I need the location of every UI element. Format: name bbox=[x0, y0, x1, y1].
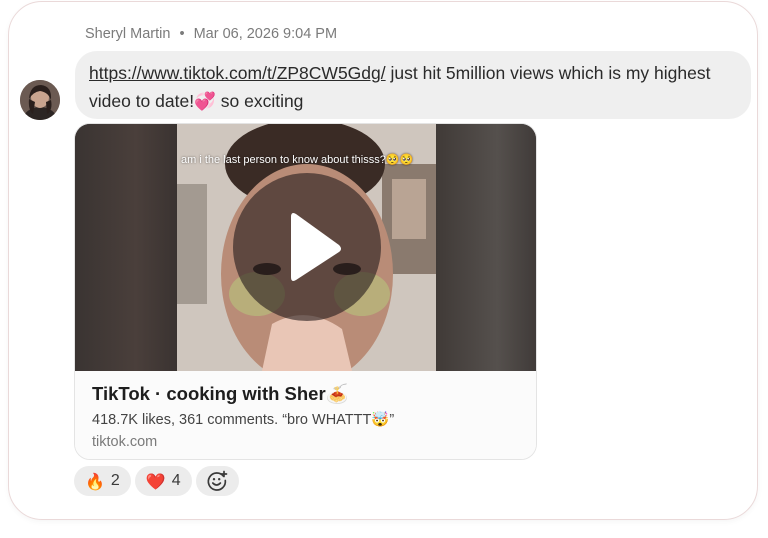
fire-icon: 🔥 bbox=[85, 471, 105, 491]
preview-description: 418.7K likes, 361 comments. “bro WHATTT🤯… bbox=[92, 412, 395, 428]
play-button[interactable] bbox=[233, 173, 381, 321]
message-text-2: so exciting bbox=[215, 91, 304, 111]
heart-icon: ❤️ bbox=[145, 471, 166, 491]
add-reaction-button[interactable] bbox=[195, 466, 239, 496]
author-name[interactable]: Sheryl Martin bbox=[85, 26, 170, 42]
reaction-heart[interactable]: ❤️ 4 bbox=[134, 466, 192, 496]
preview-title[interactable]: TikTok · cooking with Sher🍝 bbox=[92, 383, 349, 405]
thumbnail-blur-right bbox=[436, 124, 536, 371]
message-timestamp: Mar 06, 2026 9:04 PM bbox=[193, 26, 338, 42]
smiley-plus-icon bbox=[207, 470, 228, 491]
reaction-count: 2 bbox=[110, 472, 120, 489]
avatar-image bbox=[20, 80, 60, 120]
meta-separator: • bbox=[179, 26, 185, 42]
preview-info: TikTok · cooking with Sher🍝 418.7K likes… bbox=[75, 371, 536, 459]
heart-emoji: 💞 bbox=[194, 92, 216, 112]
reaction-fire[interactable]: 🔥 2 bbox=[74, 466, 131, 496]
play-icon bbox=[291, 213, 341, 281]
video-caption-overlay: am i the last person to know about thiss… bbox=[181, 154, 414, 166]
reaction-bar: 🔥 2 ❤️ 4 bbox=[74, 466, 239, 496]
avatar[interactable] bbox=[20, 80, 60, 120]
preview-domain: tiktok.com bbox=[92, 434, 158, 450]
video-thumbnail[interactable]: am i the last person to know about thiss… bbox=[75, 124, 536, 371]
message-meta: Sheryl Martin • Mar 06, 2026 9:04 PM bbox=[85, 26, 337, 42]
reaction-count: 4 bbox=[171, 472, 181, 489]
thumbnail-blur-left bbox=[75, 124, 177, 371]
message-link[interactable]: https://www.tiktok.com/t/ZP8CW5Gdg/ bbox=[89, 63, 386, 83]
message-bubble: https://www.tiktok.com/t/ZP8CW5Gdg/ just… bbox=[75, 51, 751, 119]
link-preview-card[interactable]: am i the last person to know about thiss… bbox=[74, 123, 537, 460]
